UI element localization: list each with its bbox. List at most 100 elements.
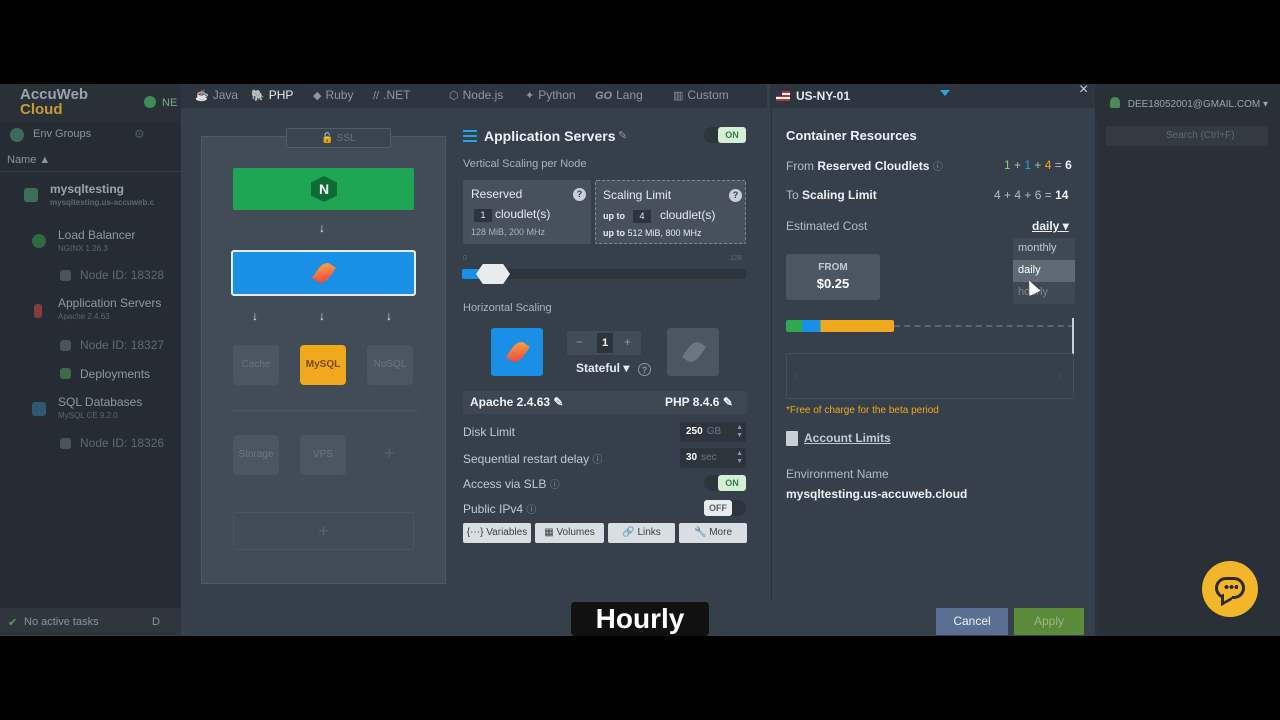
tab-ruby[interactable]: ◆ Ruby	[313, 88, 353, 102]
cost-bar-end-marker	[1072, 318, 1074, 354]
arrow-down-icon: ↓	[252, 309, 258, 323]
tab-dotnet[interactable]: //.NET	[373, 88, 410, 102]
scaling-limit-box: Scaling Limit ? up to 4 cloudlet(s) up to …	[595, 180, 746, 244]
search-input[interactable]: Search (Ctrl+F)	[1106, 126, 1268, 146]
storage-node-add[interactable]: Storage	[233, 435, 279, 475]
php-version-selector[interactable]: PHP 8.4.6 ✎	[665, 395, 733, 409]
apache-app-server-node[interactable]	[231, 250, 416, 296]
apply-button[interactable]: Apply	[1014, 608, 1084, 635]
tab-python[interactable]: ✦ Python	[525, 88, 576, 102]
tab-custom[interactable]: ▥ Custom	[673, 88, 729, 102]
tab-java[interactable]: ☕ Java	[195, 88, 238, 102]
nosql-node-add[interactable]: NoSQL	[367, 345, 413, 385]
help-icon[interactable]: ?	[573, 188, 586, 201]
node-icon	[60, 270, 71, 281]
variables-button[interactable]: {⋯} Variables	[463, 523, 531, 543]
lock-icon: 🔓	[321, 133, 337, 144]
period-option-hourly[interactable]: hourly	[1013, 282, 1075, 304]
links-button[interactable]: 🔗 Links	[608, 523, 675, 543]
tab-go-lang[interactable]: GO Lang	[595, 88, 643, 102]
volumes-button[interactable]: ▦ Volumes	[535, 523, 604, 543]
help-icon[interactable]: ⓘ	[526, 505, 536, 516]
help-icon[interactable]: ?	[638, 363, 651, 376]
java-icon: ☕	[195, 90, 209, 102]
cache-node-add[interactable]: Cache	[233, 345, 279, 385]
period-option-daily[interactable]: daily	[1013, 260, 1075, 282]
help-icon[interactable]: ?	[729, 189, 742, 202]
tab-php[interactable]: 🐘 PHP	[251, 88, 293, 102]
tree-application-servers[interactable]: Application Servers Apache 2.4.63	[58, 296, 161, 321]
public-ipv4-toggle[interactable]: OFF	[704, 500, 746, 516]
public-ipv4-label: Public IPv4 ⓘ	[463, 502, 537, 516]
scaling-limit-input[interactable]: 4	[633, 210, 651, 223]
help-icon[interactable]: ⓘ	[933, 162, 943, 173]
cost-carousel	[786, 353, 1074, 399]
nginx-load-balancer-node[interactable]: N	[233, 168, 414, 210]
tab-nodejs[interactable]: ⬡ Node.js	[449, 88, 503, 102]
add-node-ghost-tile[interactable]	[667, 328, 719, 376]
minus-icon[interactable]: −	[576, 335, 583, 349]
more-button[interactable]: 🔧 More	[679, 523, 747, 543]
tree-app-node[interactable]: Node ID: 18327	[80, 338, 164, 352]
restart-delay-input[interactable]: 30 sec ▲ ▼	[680, 448, 746, 468]
tree-deployments[interactable]: Deployments	[80, 367, 150, 381]
database-icon	[32, 402, 46, 416]
vps-node-add[interactable]: VPS	[300, 435, 346, 475]
link-icon: 🔗	[622, 527, 638, 538]
reserved-cloudlets-row: From Reserved Cloudlets ⓘ	[786, 159, 943, 173]
chevron-left-icon[interactable]: ‹	[794, 369, 798, 383]
stateful-dropdown[interactable]: Stateful ▾	[576, 361, 629, 375]
app-window: AccuWeb Cloud NE DEE18052001@GMAIL.COM ▾…	[0, 84, 1280, 636]
app-servers-toggle[interactable]: ON	[704, 127, 746, 143]
env-groups[interactable]: Env Groups ⚙	[0, 122, 184, 148]
tree-env-mysqltesting[interactable]: mysqltesting mysqltesting.us-accuweb.c	[50, 182, 154, 207]
name-column-header[interactable]: Name ▲	[0, 150, 184, 172]
chevron-right-icon[interactable]: ›	[1058, 369, 1062, 383]
disk-limit-input[interactable]: 250 GB ▲ ▼	[680, 422, 746, 442]
tree-load-balancer[interactable]: Load Balancer NGINX 1.26.3	[58, 228, 135, 253]
dotnet-icon: //	[373, 90, 380, 102]
menu-icon[interactable]	[463, 130, 477, 142]
new-environment-button[interactable]: NE	[144, 96, 177, 109]
period-option-monthly[interactable]: monthly	[1013, 238, 1075, 260]
plus-icon[interactable]: +	[624, 335, 631, 349]
cost-period-dropdown[interactable]: daily ▾	[1032, 219, 1069, 233]
ssl-toggle[interactable]: 🔓 SSL	[286, 128, 391, 148]
edit-pencil-icon[interactable]: ✎	[618, 129, 627, 142]
cost-bar	[786, 320, 894, 332]
close-icon[interactable]: ×	[1079, 84, 1088, 99]
account-limits-link[interactable]: Account Limits	[804, 431, 891, 445]
chat-support-button[interactable]	[1202, 561, 1258, 617]
cloudlet-slider-handle[interactable]	[476, 264, 510, 284]
slb-access-toggle[interactable]: ON	[704, 475, 746, 491]
reserved-cloudlets-input[interactable]: 1	[474, 209, 492, 222]
video-caption: Hourly	[571, 602, 709, 636]
tree-lb-node[interactable]: Node ID: 18328	[80, 268, 164, 282]
tree-sql-databases[interactable]: SQL Databases MySQL CE 9.2.0	[58, 395, 142, 420]
restart-delay-label: Sequential restart delay ⓘ	[463, 452, 603, 466]
gear-icon[interactable]: ⚙	[134, 127, 145, 141]
divider	[233, 410, 418, 411]
apache-icon	[34, 304, 42, 318]
help-icon[interactable]: ⓘ	[550, 480, 560, 491]
help-icon[interactable]: ⓘ	[592, 455, 602, 466]
document-icon	[786, 431, 798, 446]
environment-icon	[24, 188, 38, 202]
add-node-plus-icon[interactable]: +	[384, 443, 395, 464]
deployments-icon	[60, 368, 71, 379]
go-icon: GO	[595, 90, 613, 102]
server-version-selector[interactable]: Apache 2.4.63 ✎	[470, 395, 563, 409]
task-status-bar: ✔ No active tasks D	[0, 608, 184, 636]
mysql-node[interactable]: MySQL	[300, 345, 346, 385]
apache-feather-icon	[505, 338, 531, 366]
apache-node-tile[interactable]	[491, 328, 543, 376]
tree-sql-node[interactable]: Node ID: 18326	[80, 436, 164, 450]
cancel-button[interactable]: Cancel	[936, 608, 1008, 635]
region-selector[interactable]: US-NY-01	[770, 84, 1095, 108]
check-icon: ✔	[8, 617, 18, 629]
environment-name-value[interactable]: mysqltesting.us-accuweb.cloud	[786, 487, 967, 501]
node-count-stepper[interactable]: − 1 +	[567, 331, 641, 355]
apache-feather-icon	[311, 259, 337, 287]
add-layer-button[interactable]: +	[233, 512, 414, 550]
user-menu[interactable]: DEE18052001@GMAIL.COM ▾	[1109, 97, 1268, 110]
